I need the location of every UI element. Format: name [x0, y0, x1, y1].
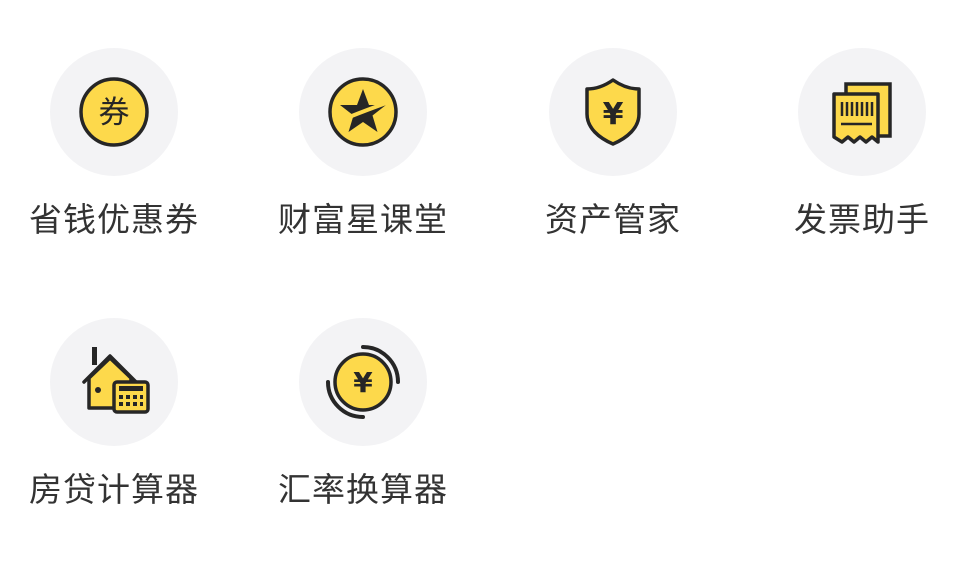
tool-item-invoice-assistant[interactable]: 发票助手 — [748, 0, 978, 240]
icon-circle: 券 — [50, 48, 178, 176]
tool-label: 资产管家 — [545, 200, 681, 239]
icon-circle — [798, 48, 926, 176]
tool-grid: 券 省钱优惠券 财富星课堂 ¥ 资产管家 发票助手 房贷计算器 ¥ 汇率换算器 — [0, 0, 978, 564]
tool-item-mortgage-calculator[interactable]: 房贷计算器 — [0, 270, 250, 510]
svg-text:券: 券 — [99, 95, 130, 131]
tool-label: 房贷计算器 — [29, 470, 199, 509]
tool-label: 汇率换算器 — [278, 470, 448, 509]
svg-text:¥: ¥ — [353, 366, 373, 399]
star-icon — [328, 77, 398, 147]
coupon-icon: 券 — [79, 77, 149, 147]
tool-item-exchange-calculator[interactable]: ¥ 汇率换算器 — [249, 270, 499, 510]
icon-circle: ¥ — [299, 318, 427, 446]
house-calculator-icon — [82, 347, 150, 414]
icon-circle — [299, 48, 427, 176]
tool-item-asset-butler[interactable]: ¥ 资产管家 — [499, 0, 749, 240]
icon-circle — [50, 318, 178, 446]
tool-label: 省钱优惠券 — [29, 200, 199, 239]
svg-text:¥: ¥ — [603, 97, 624, 132]
icon-circle: ¥ — [549, 48, 677, 176]
exchange-yen-icon: ¥ — [326, 345, 400, 419]
invoice-icon — [832, 82, 892, 144]
tool-item-wealth-class[interactable]: 财富星课堂 — [249, 0, 499, 240]
tool-label: 发票助手 — [794, 200, 930, 239]
tool-label: 财富星课堂 — [278, 200, 448, 239]
shield-yen-icon: ¥ — [585, 78, 641, 146]
tool-item-coupon[interactable]: 券 省钱优惠券 — [0, 0, 250, 240]
